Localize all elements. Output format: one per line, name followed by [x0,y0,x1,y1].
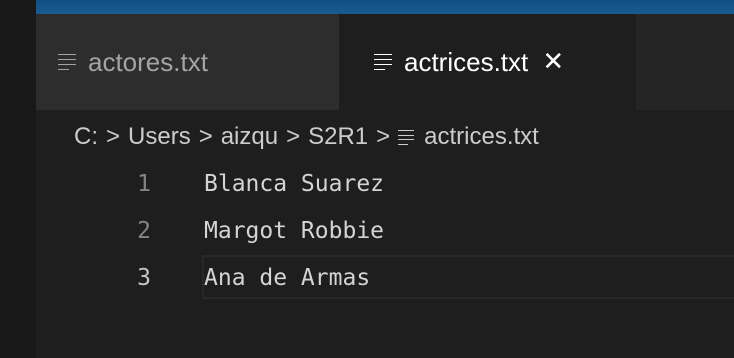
editor-line[interactable]: 1 Blanca Suarez [36,161,734,207]
title-bar [0,0,734,14]
breadcrumb-drive[interactable]: C: [74,123,98,151]
tab-actrices[interactable]: actrices.txt ✕ [339,14,636,110]
line-text[interactable]: Margot Robbie [204,218,384,244]
code-editor[interactable]: 1 Blanca Suarez 2 Margot Robbie 3 Ana de… [36,160,734,358]
chevron-right-icon: > [106,123,121,150]
chevron-right-icon: > [376,123,391,150]
breadcrumb-aizqu[interactable]: aizqu [221,123,278,151]
close-icon[interactable]: ✕ [542,47,564,77]
line-number: 1 [137,171,151,197]
breadcrumb: C: > Users > aizqu > S2R1 > actrices.txt [74,120,539,154]
tab-label: actrices.txt [404,46,529,77]
breadcrumb-s2r1[interactable]: S2R1 [308,123,368,151]
line-text[interactable]: Ana de Armas [204,265,370,291]
window-accent-bar [0,0,734,14]
file-text-icon [398,128,415,146]
breadcrumb-file[interactable]: actrices.txt [424,123,539,151]
file-text-icon [374,52,392,72]
tab-label: actores.txt [88,46,208,77]
chevron-right-icon: > [198,123,213,150]
breadcrumb-users[interactable]: Users [128,123,191,151]
file-text-icon [58,52,76,72]
line-text[interactable]: Blanca Suarez [204,171,384,197]
editor-line-current[interactable]: 3 Ana de Armas [36,255,734,301]
chevron-right-icon: > [286,123,301,150]
line-number: 2 [137,218,151,244]
line-number: 3 [137,265,151,291]
editor-line[interactable]: 2 Margot Robbie [36,208,734,254]
tab-bar: actores.txt actrices.txt ✕ [36,14,734,110]
editor-window: actores.txt actrices.txt ✕ C: > Users > … [0,0,734,358]
tab-actores[interactable]: actores.txt [36,14,339,110]
activity-bar-edge [0,0,36,358]
